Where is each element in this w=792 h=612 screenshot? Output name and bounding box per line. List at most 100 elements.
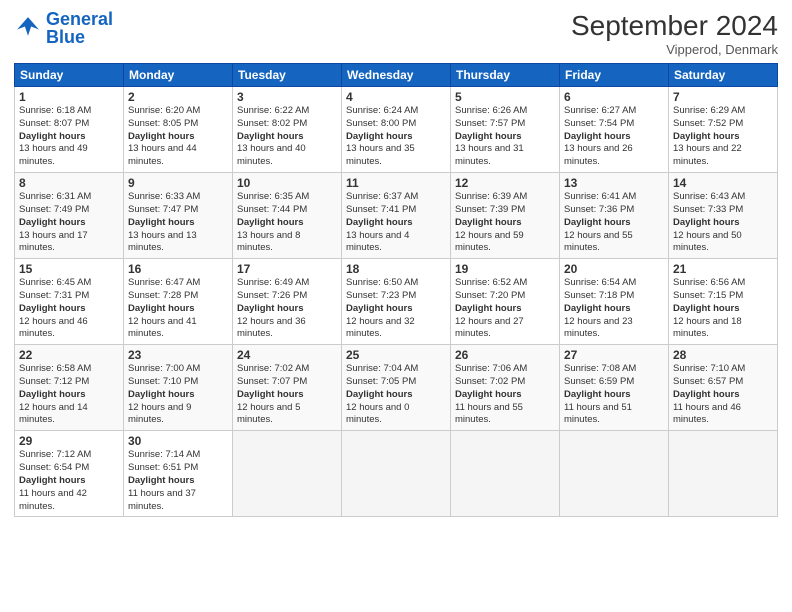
calendar-cell: 18Sunrise: 6:50 AMSunset: 7:23 PMDayligh… (342, 259, 451, 345)
day-number: 20 (564, 262, 664, 276)
calendar-week-row: 15Sunrise: 6:45 AMSunset: 7:31 PMDayligh… (15, 259, 778, 345)
day-info: Sunrise: 6:33 AMSunset: 7:47 PMDaylight … (128, 191, 228, 255)
calendar-cell (451, 431, 560, 517)
calendar-table: Sunday Monday Tuesday Wednesday Thursday… (14, 63, 778, 517)
day-number: 23 (128, 348, 228, 362)
day-number: 16 (128, 262, 228, 276)
day-info: Sunrise: 6:54 AMSunset: 7:18 PMDaylight … (564, 277, 664, 341)
day-info: Sunrise: 6:56 AMSunset: 7:15 PMDaylight … (673, 277, 773, 341)
calendar-week-row: 1Sunrise: 6:18 AMSunset: 8:07 PMDaylight… (15, 87, 778, 173)
day-number: 27 (564, 348, 664, 362)
day-number: 26 (455, 348, 555, 362)
day-info: Sunrise: 7:06 AMSunset: 7:02 PMDaylight … (455, 363, 555, 427)
day-info: Sunrise: 7:02 AMSunset: 7:07 PMDaylight … (237, 363, 337, 427)
day-info: Sunrise: 6:18 AMSunset: 8:07 PMDaylight … (19, 105, 119, 169)
day-info: Sunrise: 7:14 AMSunset: 6:51 PMDaylight … (128, 449, 228, 513)
day-number: 4 (346, 90, 446, 104)
calendar-cell: 22Sunrise: 6:58 AMSunset: 7:12 PMDayligh… (15, 345, 124, 431)
calendar-cell (560, 431, 669, 517)
col-thursday: Thursday (451, 64, 560, 87)
calendar-cell: 21Sunrise: 6:56 AMSunset: 7:15 PMDayligh… (669, 259, 778, 345)
calendar-cell: 2Sunrise: 6:20 AMSunset: 8:05 PMDaylight… (124, 87, 233, 173)
day-number: 22 (19, 348, 119, 362)
day-number: 1 (19, 90, 119, 104)
day-number: 9 (128, 176, 228, 190)
day-info: Sunrise: 6:49 AMSunset: 7:26 PMDaylight … (237, 277, 337, 341)
day-info: Sunrise: 6:22 AMSunset: 8:02 PMDaylight … (237, 105, 337, 169)
day-info: Sunrise: 7:10 AMSunset: 6:57 PMDaylight … (673, 363, 773, 427)
day-number: 17 (237, 262, 337, 276)
day-number: 24 (237, 348, 337, 362)
day-info: Sunrise: 6:43 AMSunset: 7:33 PMDaylight … (673, 191, 773, 255)
col-wednesday: Wednesday (342, 64, 451, 87)
calendar-cell: 16Sunrise: 6:47 AMSunset: 7:28 PMDayligh… (124, 259, 233, 345)
calendar-cell: 1Sunrise: 6:18 AMSunset: 8:07 PMDaylight… (15, 87, 124, 173)
title-block: September 2024 Vipperod, Denmark (571, 10, 778, 57)
calendar-cell: 27Sunrise: 7:08 AMSunset: 6:59 PMDayligh… (560, 345, 669, 431)
day-info: Sunrise: 6:39 AMSunset: 7:39 PMDaylight … (455, 191, 555, 255)
calendar-cell: 6Sunrise: 6:27 AMSunset: 7:54 PMDaylight… (560, 87, 669, 173)
calendar-cell: 25Sunrise: 7:04 AMSunset: 7:05 PMDayligh… (342, 345, 451, 431)
day-info: Sunrise: 6:35 AMSunset: 7:44 PMDaylight … (237, 191, 337, 255)
day-number: 28 (673, 348, 773, 362)
day-number: 3 (237, 90, 337, 104)
day-number: 7 (673, 90, 773, 104)
calendar-cell (342, 431, 451, 517)
day-number: 6 (564, 90, 664, 104)
calendar-cell: 10Sunrise: 6:35 AMSunset: 7:44 PMDayligh… (233, 173, 342, 259)
col-friday: Friday (560, 64, 669, 87)
day-number: 21 (673, 262, 773, 276)
calendar-cell: 12Sunrise: 6:39 AMSunset: 7:39 PMDayligh… (451, 173, 560, 259)
day-info: Sunrise: 6:37 AMSunset: 7:41 PMDaylight … (346, 191, 446, 255)
calendar-cell: 23Sunrise: 7:00 AMSunset: 7:10 PMDayligh… (124, 345, 233, 431)
day-number: 12 (455, 176, 555, 190)
col-tuesday: Tuesday (233, 64, 342, 87)
calendar-cell: 20Sunrise: 6:54 AMSunset: 7:18 PMDayligh… (560, 259, 669, 345)
day-info: Sunrise: 7:00 AMSunset: 7:10 PMDaylight … (128, 363, 228, 427)
day-info: Sunrise: 6:24 AMSunset: 8:00 PMDaylight … (346, 105, 446, 169)
calendar-cell: 9Sunrise: 6:33 AMSunset: 7:47 PMDaylight… (124, 173, 233, 259)
calendar-cell: 19Sunrise: 6:52 AMSunset: 7:20 PMDayligh… (451, 259, 560, 345)
day-info: Sunrise: 6:47 AMSunset: 7:28 PMDaylight … (128, 277, 228, 341)
day-number: 14 (673, 176, 773, 190)
day-number: 13 (564, 176, 664, 190)
col-saturday: Saturday (669, 64, 778, 87)
day-info: Sunrise: 6:52 AMSunset: 7:20 PMDaylight … (455, 277, 555, 341)
day-number: 19 (455, 262, 555, 276)
calendar-week-row: 22Sunrise: 6:58 AMSunset: 7:12 PMDayligh… (15, 345, 778, 431)
month-title: September 2024 (571, 10, 778, 42)
calendar-cell: 3Sunrise: 6:22 AMSunset: 8:02 PMDaylight… (233, 87, 342, 173)
col-sunday: Sunday (15, 64, 124, 87)
day-info: Sunrise: 6:45 AMSunset: 7:31 PMDaylight … (19, 277, 119, 341)
day-number: 29 (19, 434, 119, 448)
day-info: Sunrise: 7:04 AMSunset: 7:05 PMDaylight … (346, 363, 446, 427)
calendar-cell: 8Sunrise: 6:31 AMSunset: 7:49 PMDaylight… (15, 173, 124, 259)
calendar-cell: 29Sunrise: 7:12 AMSunset: 6:54 PMDayligh… (15, 431, 124, 517)
calendar-cell: 17Sunrise: 6:49 AMSunset: 7:26 PMDayligh… (233, 259, 342, 345)
day-number: 11 (346, 176, 446, 190)
day-info: Sunrise: 7:08 AMSunset: 6:59 PMDaylight … (564, 363, 664, 427)
calendar-cell: 15Sunrise: 6:45 AMSunset: 7:31 PMDayligh… (15, 259, 124, 345)
calendar-cell (233, 431, 342, 517)
day-number: 5 (455, 90, 555, 104)
day-info: Sunrise: 6:50 AMSunset: 7:23 PMDaylight … (346, 277, 446, 341)
day-info: Sunrise: 7:12 AMSunset: 6:54 PMDaylight … (19, 449, 119, 513)
calendar-cell: 5Sunrise: 6:26 AMSunset: 7:57 PMDaylight… (451, 87, 560, 173)
day-number: 2 (128, 90, 228, 104)
calendar-cell: 7Sunrise: 6:29 AMSunset: 7:52 PMDaylight… (669, 87, 778, 173)
calendar-cell: 24Sunrise: 7:02 AMSunset: 7:07 PMDayligh… (233, 345, 342, 431)
location: Vipperod, Denmark (571, 42, 778, 57)
calendar-week-row: 29Sunrise: 7:12 AMSunset: 6:54 PMDayligh… (15, 431, 778, 517)
logo-text: GeneralBlue (46, 10, 113, 46)
logo-icon (14, 14, 42, 42)
day-number: 15 (19, 262, 119, 276)
day-info: Sunrise: 6:26 AMSunset: 7:57 PMDaylight … (455, 105, 555, 169)
day-number: 25 (346, 348, 446, 362)
day-info: Sunrise: 6:20 AMSunset: 8:05 PMDaylight … (128, 105, 228, 169)
calendar-cell: 4Sunrise: 6:24 AMSunset: 8:00 PMDaylight… (342, 87, 451, 173)
calendar-cell: 11Sunrise: 6:37 AMSunset: 7:41 PMDayligh… (342, 173, 451, 259)
calendar-cell: 13Sunrise: 6:41 AMSunset: 7:36 PMDayligh… (560, 173, 669, 259)
day-number: 10 (237, 176, 337, 190)
col-monday: Monday (124, 64, 233, 87)
calendar-cell: 26Sunrise: 7:06 AMSunset: 7:02 PMDayligh… (451, 345, 560, 431)
